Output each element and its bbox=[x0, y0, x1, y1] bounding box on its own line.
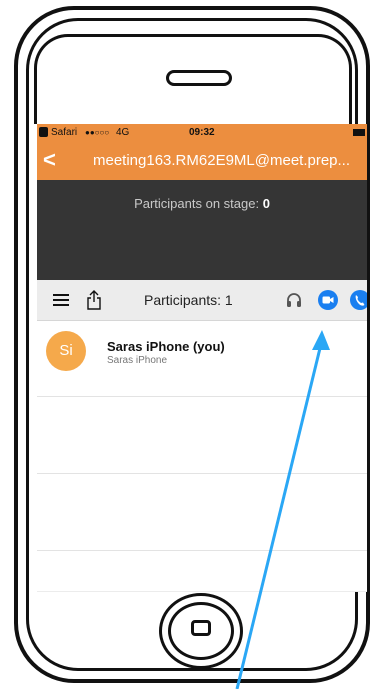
annotation-arrow bbox=[235, 330, 330, 689]
